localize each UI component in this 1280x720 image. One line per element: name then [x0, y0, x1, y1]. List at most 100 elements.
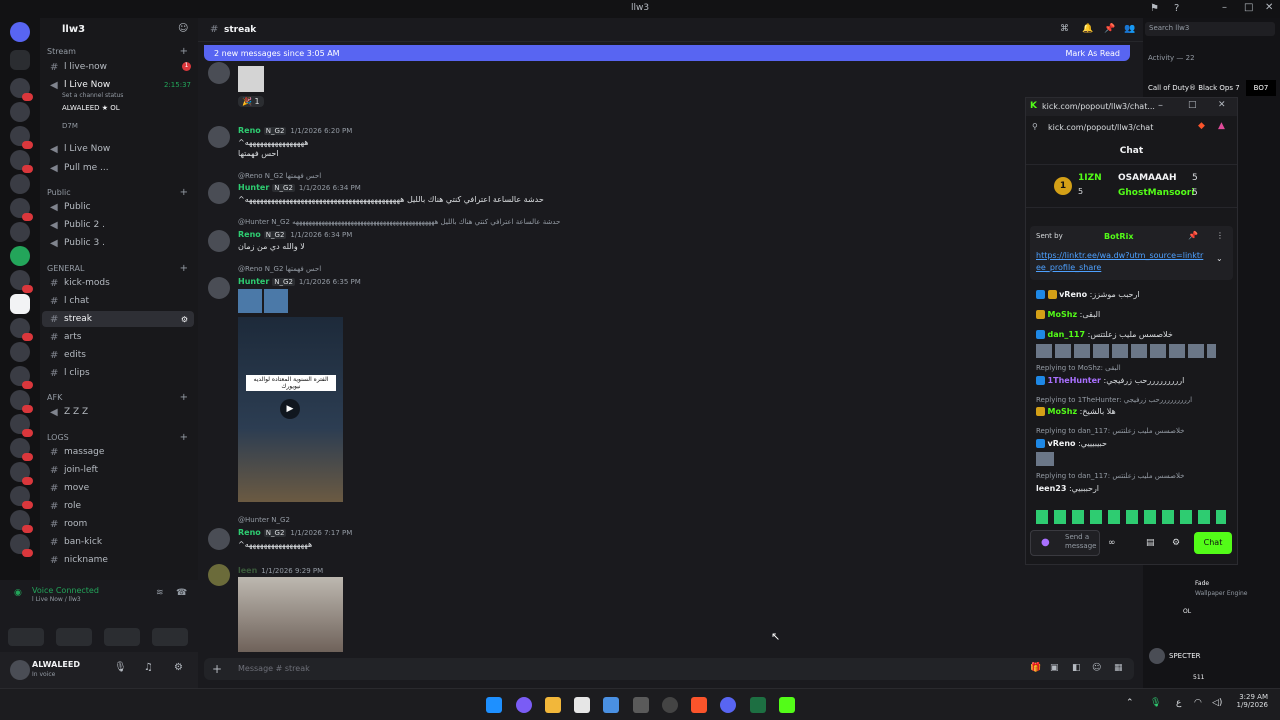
member-name[interactable]: SPECTER	[1169, 652, 1201, 660]
avatar[interactable]	[1149, 648, 1165, 664]
more-options-icon[interactable]: ⋮	[1216, 231, 1224, 240]
server-icon[interactable]	[10, 534, 33, 557]
channel-room[interactable]: # room	[42, 516, 194, 532]
server-icon[interactable]	[10, 462, 33, 485]
microphone-icon[interactable]: ●	[1041, 537, 1050, 548]
voice-user-2[interactable]: D7M	[62, 122, 78, 130]
channel-streak[interactable]: # streak ⚙	[42, 311, 194, 327]
avatar[interactable]	[10, 660, 30, 680]
pin-icon[interactable]: 📌	[1104, 24, 1115, 34]
send-chat-button[interactable]: Chat	[1194, 532, 1232, 554]
noise-suppression-icon[interactable]: ≋	[156, 588, 164, 598]
server-icon[interactable]	[10, 50, 30, 70]
gift-icon[interactable]: 🎁	[1030, 663, 1041, 673]
username[interactable]: ALWALEED	[32, 660, 80, 669]
chat-settings-icon[interactable]: ⚙	[1172, 538, 1180, 548]
camera-button[interactable]	[8, 628, 44, 646]
windows-start-icon[interactable]	[486, 697, 502, 713]
channel-ban-kick[interactable]: # ban-kick	[42, 534, 194, 550]
channel-clips[interactable]: # l clips	[42, 365, 194, 381]
url-field[interactable]: kick.com/popout/llw3/chat	[1048, 123, 1153, 132]
search-input[interactable]: Search llw3	[1145, 22, 1275, 36]
calculator-icon[interactable]	[633, 697, 649, 713]
avatar[interactable]	[208, 230, 230, 252]
server-icon[interactable]	[10, 510, 33, 533]
channel-chat[interactable]: # l chat	[42, 293, 194, 309]
language-indicator[interactable]: ع	[1176, 698, 1181, 708]
quick-emotes-bar[interactable]	[1036, 510, 1226, 524]
play-icon[interactable]: ▶	[280, 399, 300, 419]
microphone-icon[interactable]: 🎙	[1150, 698, 1161, 708]
server-icon[interactable]	[10, 102, 30, 122]
close-button[interactable]: ✕	[1218, 100, 1226, 110]
channel-edits[interactable]: # edits	[42, 347, 194, 363]
category-stream[interactable]: Stream	[47, 47, 76, 56]
inbox-icon[interactable]: ⚑	[1150, 3, 1159, 14]
channel-status[interactable]: Set a channel status	[62, 92, 123, 99]
category-public[interactable]: Public	[47, 188, 71, 197]
store-icon[interactable]: ▤	[1146, 538, 1155, 548]
voice-channel-pull-me[interactable]: ◀ Pull me ...	[42, 160, 194, 176]
game-activity[interactable]: Call of Duty® Black Ops 7	[1148, 84, 1243, 92]
server-icon[interactable]	[10, 438, 33, 461]
new-messages-banner[interactable]: 2 new messages since 3:05 AM Mark As Rea…	[204, 45, 1130, 61]
server-icon[interactable]	[10, 246, 30, 266]
volume-icon[interactable]: ◁)	[1212, 698, 1222, 708]
minimize-button[interactable]: –	[1158, 100, 1163, 111]
reply-preview[interactable]: @Reno N_G2 احس فهمتها	[238, 265, 321, 273]
category-general[interactable]: GENERAL	[47, 264, 84, 273]
server-icon[interactable]	[10, 342, 30, 362]
add-channel-icon[interactable]: +	[180, 187, 188, 198]
sticker-icon[interactable]: ◧	[1072, 663, 1081, 673]
user-settings-icon[interactable]: ⚙	[174, 662, 183, 673]
video-attachment[interactable]: الفتره السنوية المعتاده لوالديه نيويورك …	[238, 317, 343, 502]
voice-channel-public[interactable]: ◀ Public	[42, 199, 194, 215]
rewards-icon[interactable]: ▲	[1218, 121, 1225, 131]
message-input[interactable]: Message # streak	[238, 664, 310, 673]
voice-channel-public-2[interactable]: ◀ Public 2 .	[42, 217, 194, 233]
add-channel-icon[interactable]: +	[180, 392, 188, 403]
channel-role[interactable]: # role	[42, 498, 194, 514]
maximize-button[interactable]: □	[1244, 2, 1253, 13]
gifter-name[interactable]: GhostMansoori	[1118, 188, 1194, 198]
chevron-down-icon[interactable]: ⌄	[1216, 254, 1223, 263]
server-icon[interactable]	[10, 198, 33, 221]
close-window-button[interactable]: ✕	[1265, 2, 1273, 13]
notepad-icon[interactable]	[574, 697, 590, 713]
chat-input[interactable]: ● Send a message	[1030, 530, 1100, 556]
image-attachment[interactable]	[238, 577, 343, 652]
server-icon[interactable]	[10, 366, 33, 389]
reply-preview[interactable]: Replying to dan_117: خلاصسس مليب زعلتتس	[1036, 427, 1184, 435]
reply-preview[interactable]: @Hunter N_G2 حدشة عالساعة اعترافي كنتي ه…	[238, 218, 560, 226]
sticker-image[interactable]	[238, 289, 262, 313]
chevron-up-icon[interactable]: ⌃	[1126, 698, 1134, 708]
avatar[interactable]	[208, 277, 230, 299]
microphone-icon[interactable]: 🎙	[114, 662, 127, 673]
channel-move[interactable]: # move	[42, 480, 194, 496]
server-icon[interactable]	[10, 270, 33, 293]
reply-preview[interactable]: Replying to dan_117: خلاصسس مليب زعلتتس	[1036, 472, 1184, 480]
avatar[interactable]	[208, 126, 230, 148]
server-icon[interactable]	[10, 390, 33, 413]
server-icon[interactable]	[10, 222, 30, 242]
channel-kick-mods[interactable]: # kick-mods	[42, 275, 194, 291]
voice-channel-zzz[interactable]: ◀ Z Z Z	[42, 404, 194, 420]
voice-channel-live-now-2[interactable]: ◀ l Live Now	[42, 141, 194, 157]
channel-massage[interactable]: # massage	[42, 444, 194, 460]
disconnect-icon[interactable]: ☎	[176, 588, 187, 598]
reply-preview[interactable]: Replying to 1TheHunter: ارررررررررحب زرف…	[1036, 396, 1192, 404]
excel-icon[interactable]	[750, 697, 766, 713]
settings-icon[interactable]: ⚙	[181, 315, 188, 324]
brave-browser-icon[interactable]	[691, 697, 707, 713]
server-name[interactable]: llw3	[62, 24, 85, 35]
channel-nickname[interactable]: # nickname	[42, 552, 194, 568]
voice-location[interactable]: l Live Now / llw3	[32, 596, 81, 603]
gifter-name[interactable]: OSAMAAAH	[1118, 173, 1176, 183]
server-icon[interactable]	[10, 294, 30, 314]
add-channel-icon[interactable]: +	[180, 46, 188, 57]
store-icon[interactable]	[603, 697, 619, 713]
maximize-button[interactable]: □	[1188, 100, 1197, 110]
activities-button[interactable]	[104, 628, 140, 646]
mark-as-read-button[interactable]: Mark As Read	[1065, 49, 1120, 58]
members-icon[interactable]: 👥	[1124, 24, 1135, 34]
